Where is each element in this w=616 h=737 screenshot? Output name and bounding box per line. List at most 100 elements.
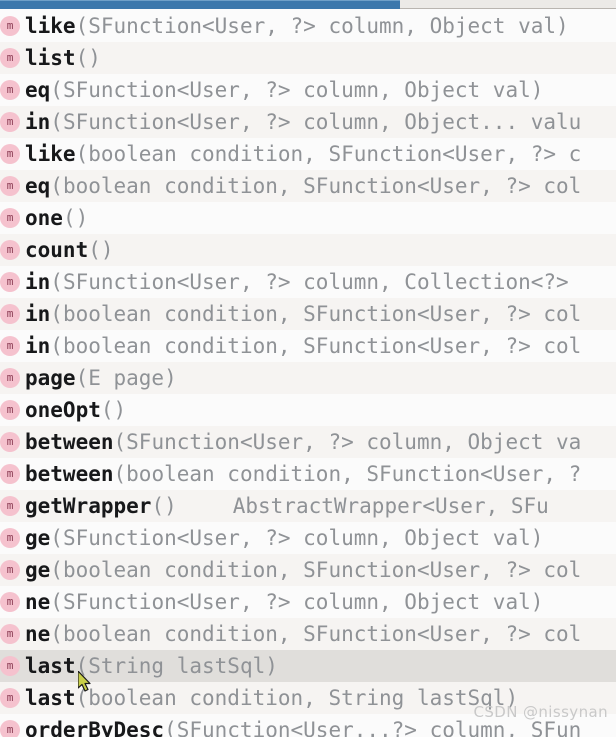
completion-item-signature: (SFunction<User, ?> column, Object val) xyxy=(75,14,569,38)
completion-item-signature: (boolean condition, String lastSql) xyxy=(75,686,519,710)
completion-item-signature: (E page) xyxy=(75,366,177,390)
completion-item-signature: (boolean condition, SFunction<User, ?> c… xyxy=(50,302,582,326)
completion-item-signature: () xyxy=(75,46,101,70)
method-icon: m xyxy=(0,80,20,100)
completion-item-text: orderByDesc(SFunction<User...?> column, … xyxy=(25,714,581,737)
completion-item-name: in xyxy=(25,270,51,294)
completion-item-text: between(boolean condition, SFunction<Use… xyxy=(25,458,581,490)
completion-item[interactable]: m like(boolean condition, SFunction<User,… xyxy=(0,138,616,170)
completion-item-name: last xyxy=(25,686,76,710)
method-icon: m xyxy=(0,48,20,68)
method-icon: m xyxy=(0,176,20,196)
method-icon: m xyxy=(0,688,20,708)
completion-item-signature: (String lastSql) xyxy=(75,654,278,678)
completion-item[interactable]: m oneOpt() xyxy=(0,394,616,426)
method-icon: m xyxy=(0,560,20,580)
completion-item-signature: () xyxy=(100,398,127,422)
method-icon: m xyxy=(0,528,20,548)
completion-item-signature: (SFunction<User, ?> column, Object val) xyxy=(50,526,544,550)
completion-item-name: orderByDesc xyxy=(25,718,165,737)
completion-item-name: getWrapper xyxy=(25,494,152,518)
completion-item-text: eq(boolean condition, SFunction<User, ?>… xyxy=(25,170,581,202)
completion-item[interactable]: m in(SFunction<User, ?> column, Object...… xyxy=(0,106,616,138)
method-icon: m xyxy=(0,304,20,324)
completion-item-text: last(String lastSql) xyxy=(25,650,278,682)
completion-item[interactable]: m like(SFunction<User, ?> column, Object … xyxy=(0,10,616,42)
completion-item[interactable]: m ge(boolean condition, SFunction<User, ?… xyxy=(0,554,616,586)
completion-item-name: ne xyxy=(25,622,51,646)
completion-item[interactable]: m list() xyxy=(0,42,616,74)
completion-item-signature: (SFunction<User, ?> column, Object val) xyxy=(50,78,544,102)
completion-item-name: one xyxy=(25,206,63,230)
method-icon: m xyxy=(0,112,20,132)
completion-item-text: in(SFunction<User, ?> column, Object... … xyxy=(25,106,581,138)
completion-item-signature: (SFunction<User, ?> column, Object val) xyxy=(50,590,544,614)
completion-item-name: ge xyxy=(25,526,51,550)
completion-item-text: like(SFunction<User, ?> column, Object v… xyxy=(25,10,569,42)
completion-item-text: oneOpt() xyxy=(25,394,126,426)
completion-item[interactable]: m between(SFunction<User, ?> column, Obje… xyxy=(0,426,616,458)
completion-item-signature: (boolean condition, SFunction<User, ?> c… xyxy=(50,174,582,198)
completion-item[interactable]: m page(E page) xyxy=(0,362,616,394)
horizontal-scrollbar-thumb[interactable] xyxy=(0,0,400,9)
completion-item-name: list xyxy=(25,46,76,70)
completion-item-text: in(SFunction<User, ?> column, Collection… xyxy=(25,266,569,298)
completion-item-text: ne(boolean condition, SFunction<User, ?>… xyxy=(25,618,581,650)
horizontal-scrollbar-track[interactable] xyxy=(0,0,616,9)
completion-item-text: between(SFunction<User, ?> column, Objec… xyxy=(25,426,581,458)
method-icon: m xyxy=(0,272,20,292)
completion-item-signature: (SFunction<User, ?> column, Collection<?… xyxy=(50,270,569,294)
completion-item-signature: (boolean condition, SFunction<User, ? xyxy=(113,462,582,486)
completion-item[interactable]: m last(String lastSql) xyxy=(0,650,616,682)
method-icon: m xyxy=(0,368,20,388)
method-icon: m xyxy=(0,208,20,228)
completion-item-text: in(boolean condition, SFunction<User, ?>… xyxy=(25,330,581,362)
completion-item[interactable]: m ne(SFunction<User, ?> column, Object va… xyxy=(0,586,616,618)
completion-item-name: page xyxy=(25,366,76,390)
completion-item[interactable]: m between(boolean condition, SFunction<Us… xyxy=(0,458,616,490)
completion-item-text: count() xyxy=(25,234,114,266)
completion-item-name: between xyxy=(25,462,114,486)
completion-item[interactable]: m one() xyxy=(0,202,616,234)
method-icon: m xyxy=(0,432,20,452)
code-completion-popup: m like(SFunction<User, ?> column, Object … xyxy=(0,0,616,737)
completion-item[interactable]: m in(boolean condition, SFunction<User, ?… xyxy=(0,330,616,362)
completion-item-name: oneOpt xyxy=(25,398,101,422)
completion-item-signature: (boolean condition, SFunction<User, ?> c… xyxy=(50,558,582,582)
completion-item-name: count xyxy=(25,238,89,262)
completion-item-text: last(boolean condition, String lastSql) xyxy=(25,682,518,714)
completion-item[interactable]: m last(boolean condition, String lastSql) xyxy=(0,682,616,714)
completion-item-signature: (boolean condition, SFunction<User, ?> c… xyxy=(50,334,582,358)
completion-item[interactable]: m ne(boolean condition, SFunction<User, ?… xyxy=(0,618,616,650)
completion-item[interactable]: m in(boolean condition, SFunction<User, ?… xyxy=(0,298,616,330)
completion-item[interactable]: m in(SFunction<User, ?> column, Collectio… xyxy=(0,266,616,298)
completion-item-text: getWrapper() AbstractWrapper<User, SFu xyxy=(25,490,549,522)
completion-item-name: like xyxy=(25,14,76,38)
completion-item-name: like xyxy=(25,142,76,166)
completion-item-list[interactable]: m like(SFunction<User, ?> column, Object … xyxy=(0,10,616,737)
completion-item-signature: (SFunction<User...?> column, SFun xyxy=(164,718,582,737)
completion-item-text: list() xyxy=(25,42,101,74)
completion-item[interactable]: m count() xyxy=(0,234,616,266)
method-icon: m xyxy=(0,16,20,36)
completion-item-name: eq xyxy=(25,78,51,102)
completion-item-text: ge(boolean condition, SFunction<User, ?>… xyxy=(25,554,581,586)
completion-item-text: page(E page) xyxy=(25,362,177,394)
completion-item-text: ne(SFunction<User, ?> column, Object val… xyxy=(25,586,543,618)
completion-item[interactable]: m eq(SFunction<User, ?> column, Object va… xyxy=(0,74,616,106)
completion-item-text: eq(SFunction<User, ?> column, Object val… xyxy=(25,74,543,106)
completion-item-name: last xyxy=(25,654,76,678)
completion-item[interactable]: m getWrapper() AbstractWrapper<User, SFu xyxy=(0,490,616,522)
completion-item-name: ne xyxy=(25,590,51,614)
method-icon: m xyxy=(0,144,20,164)
completion-item-return-type: AbstractWrapper<User, SFu xyxy=(232,494,549,518)
completion-item[interactable]: m eq(boolean condition, SFunction<User, ?… xyxy=(0,170,616,202)
method-icon: m xyxy=(0,496,20,516)
completion-item[interactable]: m orderByDesc(SFunction<User...?> column,… xyxy=(0,714,616,737)
method-icon: m xyxy=(0,656,20,676)
completion-item-signature: () xyxy=(62,206,89,230)
method-icon: m xyxy=(0,624,20,644)
method-icon: m xyxy=(0,336,20,356)
completion-item[interactable]: m ge(SFunction<User, ?> column, Object va… xyxy=(0,522,616,554)
method-icon: m xyxy=(0,240,20,260)
